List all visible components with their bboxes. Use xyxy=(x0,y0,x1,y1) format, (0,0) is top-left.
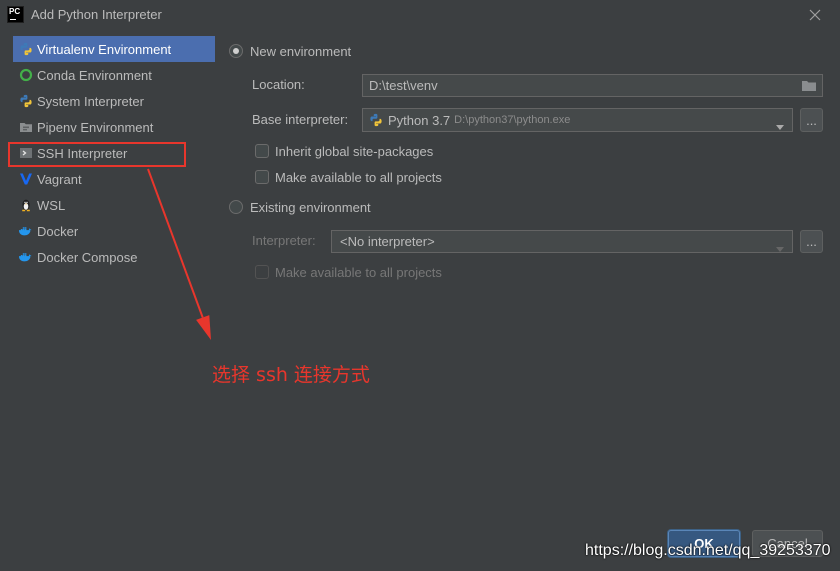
base-interpreter-label: Base interpreter: xyxy=(252,112,349,127)
linux-penguin-icon xyxy=(18,198,33,213)
inherit-global-label: Inherit global site-packages xyxy=(275,143,434,159)
base-interpreter-name: Python 3.7 xyxy=(388,112,451,128)
python-icon xyxy=(369,113,383,127)
conda-icon xyxy=(18,68,33,83)
sidebar-item-label: WSL xyxy=(37,197,66,213)
checkbox-box xyxy=(255,144,269,158)
make-available-checkbox[interactable]: Make available to all projects xyxy=(255,169,442,185)
sidebar-item-virtualenv[interactable]: Virtualenv Environment xyxy=(13,36,215,62)
existing-make-available-checkbox[interactable]: Make available to all projects xyxy=(255,264,442,280)
sidebar-item-pipenv[interactable]: Pipenv Environment xyxy=(13,114,215,140)
sidebar-item-label: System Interpreter xyxy=(37,93,144,109)
radio-button xyxy=(229,200,243,214)
ok-button[interactable]: OK xyxy=(668,530,740,557)
radio-button xyxy=(229,44,243,58)
inherit-global-checkbox[interactable]: Inherit global site-packages xyxy=(255,143,433,159)
base-interpreter-browse-button[interactable]: ... xyxy=(800,108,823,132)
docker-icon xyxy=(18,224,33,239)
close-icon[interactable] xyxy=(809,9,821,21)
annotation-text: 选择 ssh 连接方式 xyxy=(212,364,370,386)
python-icon xyxy=(18,94,33,109)
vagrant-icon xyxy=(18,172,33,187)
app-icon-text: PC xyxy=(9,7,21,16)
checkbox-box xyxy=(255,265,269,279)
annotation-highlight-box xyxy=(8,142,186,167)
base-interpreter-dropdown[interactable]: Python 3.7 D:\python37\python.exe xyxy=(362,108,793,132)
new-environment-radio[interactable]: New environment xyxy=(229,43,351,59)
virtualenv-icon xyxy=(18,42,33,57)
sidebar-item-label: Docker Compose xyxy=(37,249,138,265)
sidebar-item-system-interpreter[interactable]: System Interpreter xyxy=(13,88,215,114)
location-label: Location: xyxy=(252,77,305,92)
location-field[interactable]: D:\test\venv xyxy=(362,74,823,97)
pipenv-icon xyxy=(18,120,33,135)
chevron-down-icon xyxy=(776,240,784,252)
chevron-down-icon xyxy=(776,118,784,130)
sidebar-item-label: Pipenv Environment xyxy=(37,119,154,135)
app-icon-bar xyxy=(10,19,16,20)
interpreter-browse-button[interactable]: ... xyxy=(800,230,823,253)
sidebar-item-label: Conda Environment xyxy=(37,67,152,83)
existing-environment-radio[interactable]: Existing environment xyxy=(229,199,371,215)
existing-make-available-label: Make available to all projects xyxy=(275,264,442,280)
location-value: D:\test\venv xyxy=(369,78,438,93)
make-available-label: Make available to all projects xyxy=(275,169,442,185)
new-environment-label: New environment xyxy=(250,43,352,59)
interpreter-label: Interpreter: xyxy=(252,233,316,248)
sidebar-item-wsl[interactable]: WSL xyxy=(13,192,215,218)
sidebar-item-docker[interactable]: Docker xyxy=(13,218,215,244)
pycharm-icon: PC xyxy=(8,7,23,22)
docker-compose-icon xyxy=(18,250,33,265)
cancel-button[interactable]: Cancel xyxy=(752,530,823,557)
interpreter-value: <No interpreter> xyxy=(340,234,435,249)
checkbox-box xyxy=(255,170,269,184)
sidebar-item-label: Virtualenv Environment xyxy=(37,41,172,57)
interpreter-dropdown[interactable]: <No interpreter> xyxy=(331,230,793,253)
sidebar-item-label: Vagrant xyxy=(37,171,82,187)
sidebar-item-docker-compose[interactable]: Docker Compose xyxy=(13,244,215,270)
sidebar-item-conda[interactable]: Conda Environment xyxy=(13,62,215,88)
sidebar-item-label: Docker xyxy=(37,223,79,239)
base-interpreter-path: D:\python37\python.exe xyxy=(454,114,571,126)
sidebar-item-vagrant[interactable]: Vagrant xyxy=(13,166,215,192)
existing-environment-label: Existing environment xyxy=(250,199,371,215)
folder-icon[interactable] xyxy=(801,79,817,93)
dialog-title: Add Python Interpreter xyxy=(31,7,162,22)
